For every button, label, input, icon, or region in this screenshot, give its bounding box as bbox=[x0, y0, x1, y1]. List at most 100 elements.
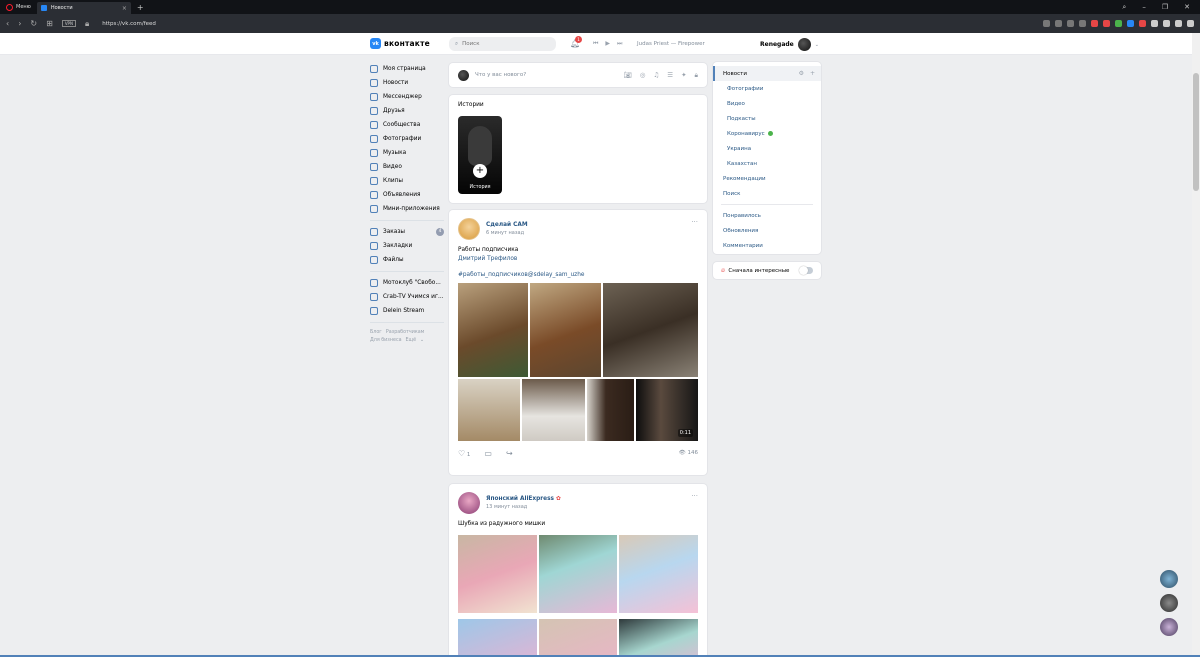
interesting-first-toggle-row[interactable]: 🔥︎ Сначала интересные bbox=[713, 262, 821, 279]
photo[interactable] bbox=[603, 282, 698, 377]
sidebar-item-news[interactable]: Новости bbox=[370, 76, 444, 90]
scrollbar-thumb[interactable] bbox=[1193, 73, 1199, 191]
extension-icon[interactable] bbox=[1043, 20, 1050, 27]
search-box[interactable]: ⌕ bbox=[449, 37, 556, 51]
share-icon[interactable]: ↪ bbox=[506, 449, 513, 458]
photo[interactable] bbox=[522, 378, 585, 441]
music-icon[interactable]: ♫ bbox=[653, 71, 659, 80]
lock-icon[interactable] bbox=[1151, 20, 1158, 27]
sidebar-item-files[interactable]: Файлы bbox=[370, 253, 444, 267]
avatar[interactable] bbox=[458, 492, 480, 514]
rightmenu-item-updates[interactable]: Обновления bbox=[713, 223, 821, 238]
sidebar-item-group[interactable]: Delein Stream bbox=[370, 304, 444, 318]
rightmenu-item-photos[interactable]: Фотографии bbox=[713, 81, 821, 96]
sidebar-item-photos[interactable]: Фотографии bbox=[370, 132, 444, 146]
post-author-link[interactable]: Дмитрий Трефилов bbox=[458, 255, 698, 264]
next-track-icon[interactable]: ⏭ bbox=[617, 40, 622, 48]
rightmenu-item-recommendations[interactable]: Рекомендации bbox=[713, 171, 821, 186]
search-input[interactable] bbox=[462, 41, 543, 47]
sidebar-item-orders[interactable]: Заказы 4 bbox=[370, 225, 444, 239]
browser-tab[interactable]: Новости × bbox=[36, 2, 131, 14]
rightmenu-item-kazakhstan[interactable]: Казахстан bbox=[713, 156, 821, 171]
adblock-icon[interactable] bbox=[1103, 20, 1110, 27]
sidebar-item-clips[interactable]: Клипы bbox=[370, 174, 444, 188]
chat-avatar[interactable] bbox=[1160, 618, 1178, 636]
sidebar-item-group[interactable]: Мотоклуб "Свобо... bbox=[370, 276, 444, 290]
comment-icon[interactable]: ▭ bbox=[484, 449, 492, 458]
extension-icon[interactable] bbox=[1139, 20, 1146, 27]
page-scrollbar[interactable] bbox=[1192, 33, 1200, 657]
photo[interactable] bbox=[458, 378, 520, 441]
photo[interactable] bbox=[530, 282, 601, 377]
menu-icon[interactable] bbox=[1187, 20, 1194, 27]
post-author[interactable]: Японский AliExpress ✿ bbox=[486, 496, 561, 502]
photo[interactable] bbox=[538, 618, 618, 657]
download-icon[interactable] bbox=[1175, 20, 1182, 27]
footer-link-more[interactable]: Ещё bbox=[406, 338, 417, 343]
photo[interactable] bbox=[538, 534, 618, 613]
like-button[interactable]: ♡ 1 bbox=[458, 449, 470, 458]
filter-icon[interactable]: ⚙︎ bbox=[799, 70, 804, 77]
sidebar-item-friends[interactable]: Друзья bbox=[370, 104, 444, 118]
photo[interactable] bbox=[458, 618, 537, 657]
camera-icon[interactable]: 📷︎ bbox=[623, 71, 631, 80]
photo[interactable] bbox=[458, 282, 528, 377]
play-icon[interactable]: ▶ bbox=[605, 40, 610, 48]
add-story-button[interactable]: + История bbox=[458, 116, 502, 194]
tabs-grid-icon[interactable]: ⊞ bbox=[46, 19, 53, 28]
photo[interactable] bbox=[587, 378, 634, 441]
sidebar-item-mini-apps[interactable]: Мини-приложения bbox=[370, 202, 444, 216]
extension-icon[interactable] bbox=[1163, 20, 1170, 27]
rightmenu-item-video[interactable]: Видео bbox=[713, 96, 821, 111]
sidebar-item-my-page[interactable]: Моя страница bbox=[370, 62, 444, 76]
back-icon[interactable]: ‹ bbox=[6, 19, 9, 28]
avatar[interactable] bbox=[458, 218, 480, 240]
post-hashtag[interactable]: #работы_подписчиков@sdelay_sam_uzhe bbox=[458, 271, 698, 280]
rightmenu-item-search[interactable]: Поиск bbox=[713, 186, 821, 201]
prev-track-icon[interactable]: ⏮ bbox=[593, 40, 598, 48]
sidebar-item-group[interactable]: Crab-TV Учимся иг... bbox=[370, 290, 444, 304]
lock-icon[interactable]: 🔒︎ bbox=[695, 71, 698, 80]
reload-icon[interactable]: ↻ bbox=[30, 19, 37, 28]
post-composer[interactable]: Что у вас нового? 📷︎ ◎ ♫ ☰ ✦ 🔒︎ bbox=[449, 63, 707, 87]
footer-link-blog[interactable]: Блог bbox=[370, 330, 382, 335]
forward-icon[interactable]: › bbox=[18, 19, 21, 28]
article-icon[interactable]: ☰ bbox=[667, 71, 673, 80]
post-time[interactable]: 13 минут назад bbox=[486, 504, 561, 510]
idea-icon[interactable]: ✦ bbox=[681, 71, 686, 80]
now-playing-track[interactable]: Judas Priest — Firepower bbox=[637, 41, 705, 47]
interesting-first-toggle[interactable] bbox=[799, 266, 813, 275]
add-icon[interactable]: + bbox=[810, 70, 815, 77]
sidebar-item-video[interactable]: Видео bbox=[370, 160, 444, 174]
rightmenu-item-podcasts[interactable]: Подкасты bbox=[713, 111, 821, 126]
post-time[interactable]: 6 минут назад bbox=[486, 230, 528, 236]
rightmenu-item-comments[interactable]: Комментарии bbox=[713, 238, 821, 253]
search-tabs-icon[interactable]: ⌕ bbox=[1122, 3, 1126, 12]
tab-close-icon[interactable]: × bbox=[122, 5, 127, 12]
chat-avatar[interactable] bbox=[1160, 570, 1178, 588]
photo[interactable] bbox=[619, 534, 699, 613]
sidebar-item-ads[interactable]: Объявления bbox=[370, 188, 444, 202]
footer-link-developers[interactable]: Разработчикам bbox=[386, 330, 424, 335]
close-window-button[interactable]: ✕ bbox=[1184, 3, 1190, 12]
more-options-icon[interactable]: ··· bbox=[691, 492, 698, 500]
chat-avatar[interactable] bbox=[1160, 594, 1178, 612]
user-menu[interactable]: Renegade ⌄ bbox=[760, 38, 819, 51]
heart-icon[interactable] bbox=[1091, 20, 1098, 27]
video-thumbnail[interactable]: 0:11 bbox=[636, 378, 698, 441]
url-field[interactable]: https://vk.com/feed bbox=[102, 21, 156, 27]
vpn-badge[interactable]: VPN bbox=[61, 20, 76, 27]
photo[interactable] bbox=[619, 618, 699, 657]
photo[interactable] bbox=[458, 534, 537, 613]
browser-menu-button[interactable]: Меню bbox=[0, 0, 37, 14]
extension-icon[interactable] bbox=[1115, 20, 1122, 27]
rightmenu-item-coronavirus[interactable]: Коронавирус bbox=[713, 126, 821, 141]
new-tab-button[interactable]: + bbox=[131, 3, 150, 12]
maximize-button[interactable]: ❐ bbox=[1162, 3, 1168, 12]
footer-link-business[interactable]: Для бизнеса bbox=[370, 338, 402, 343]
notifications-bell-icon[interactable]: 🔔︎ 1 bbox=[570, 36, 582, 48]
sidebar-item-communities[interactable]: Сообщества bbox=[370, 118, 444, 132]
send-icon[interactable] bbox=[1079, 20, 1086, 27]
more-options-icon[interactable]: ··· bbox=[691, 218, 698, 226]
post-author[interactable]: Сделай САМ bbox=[486, 222, 528, 228]
